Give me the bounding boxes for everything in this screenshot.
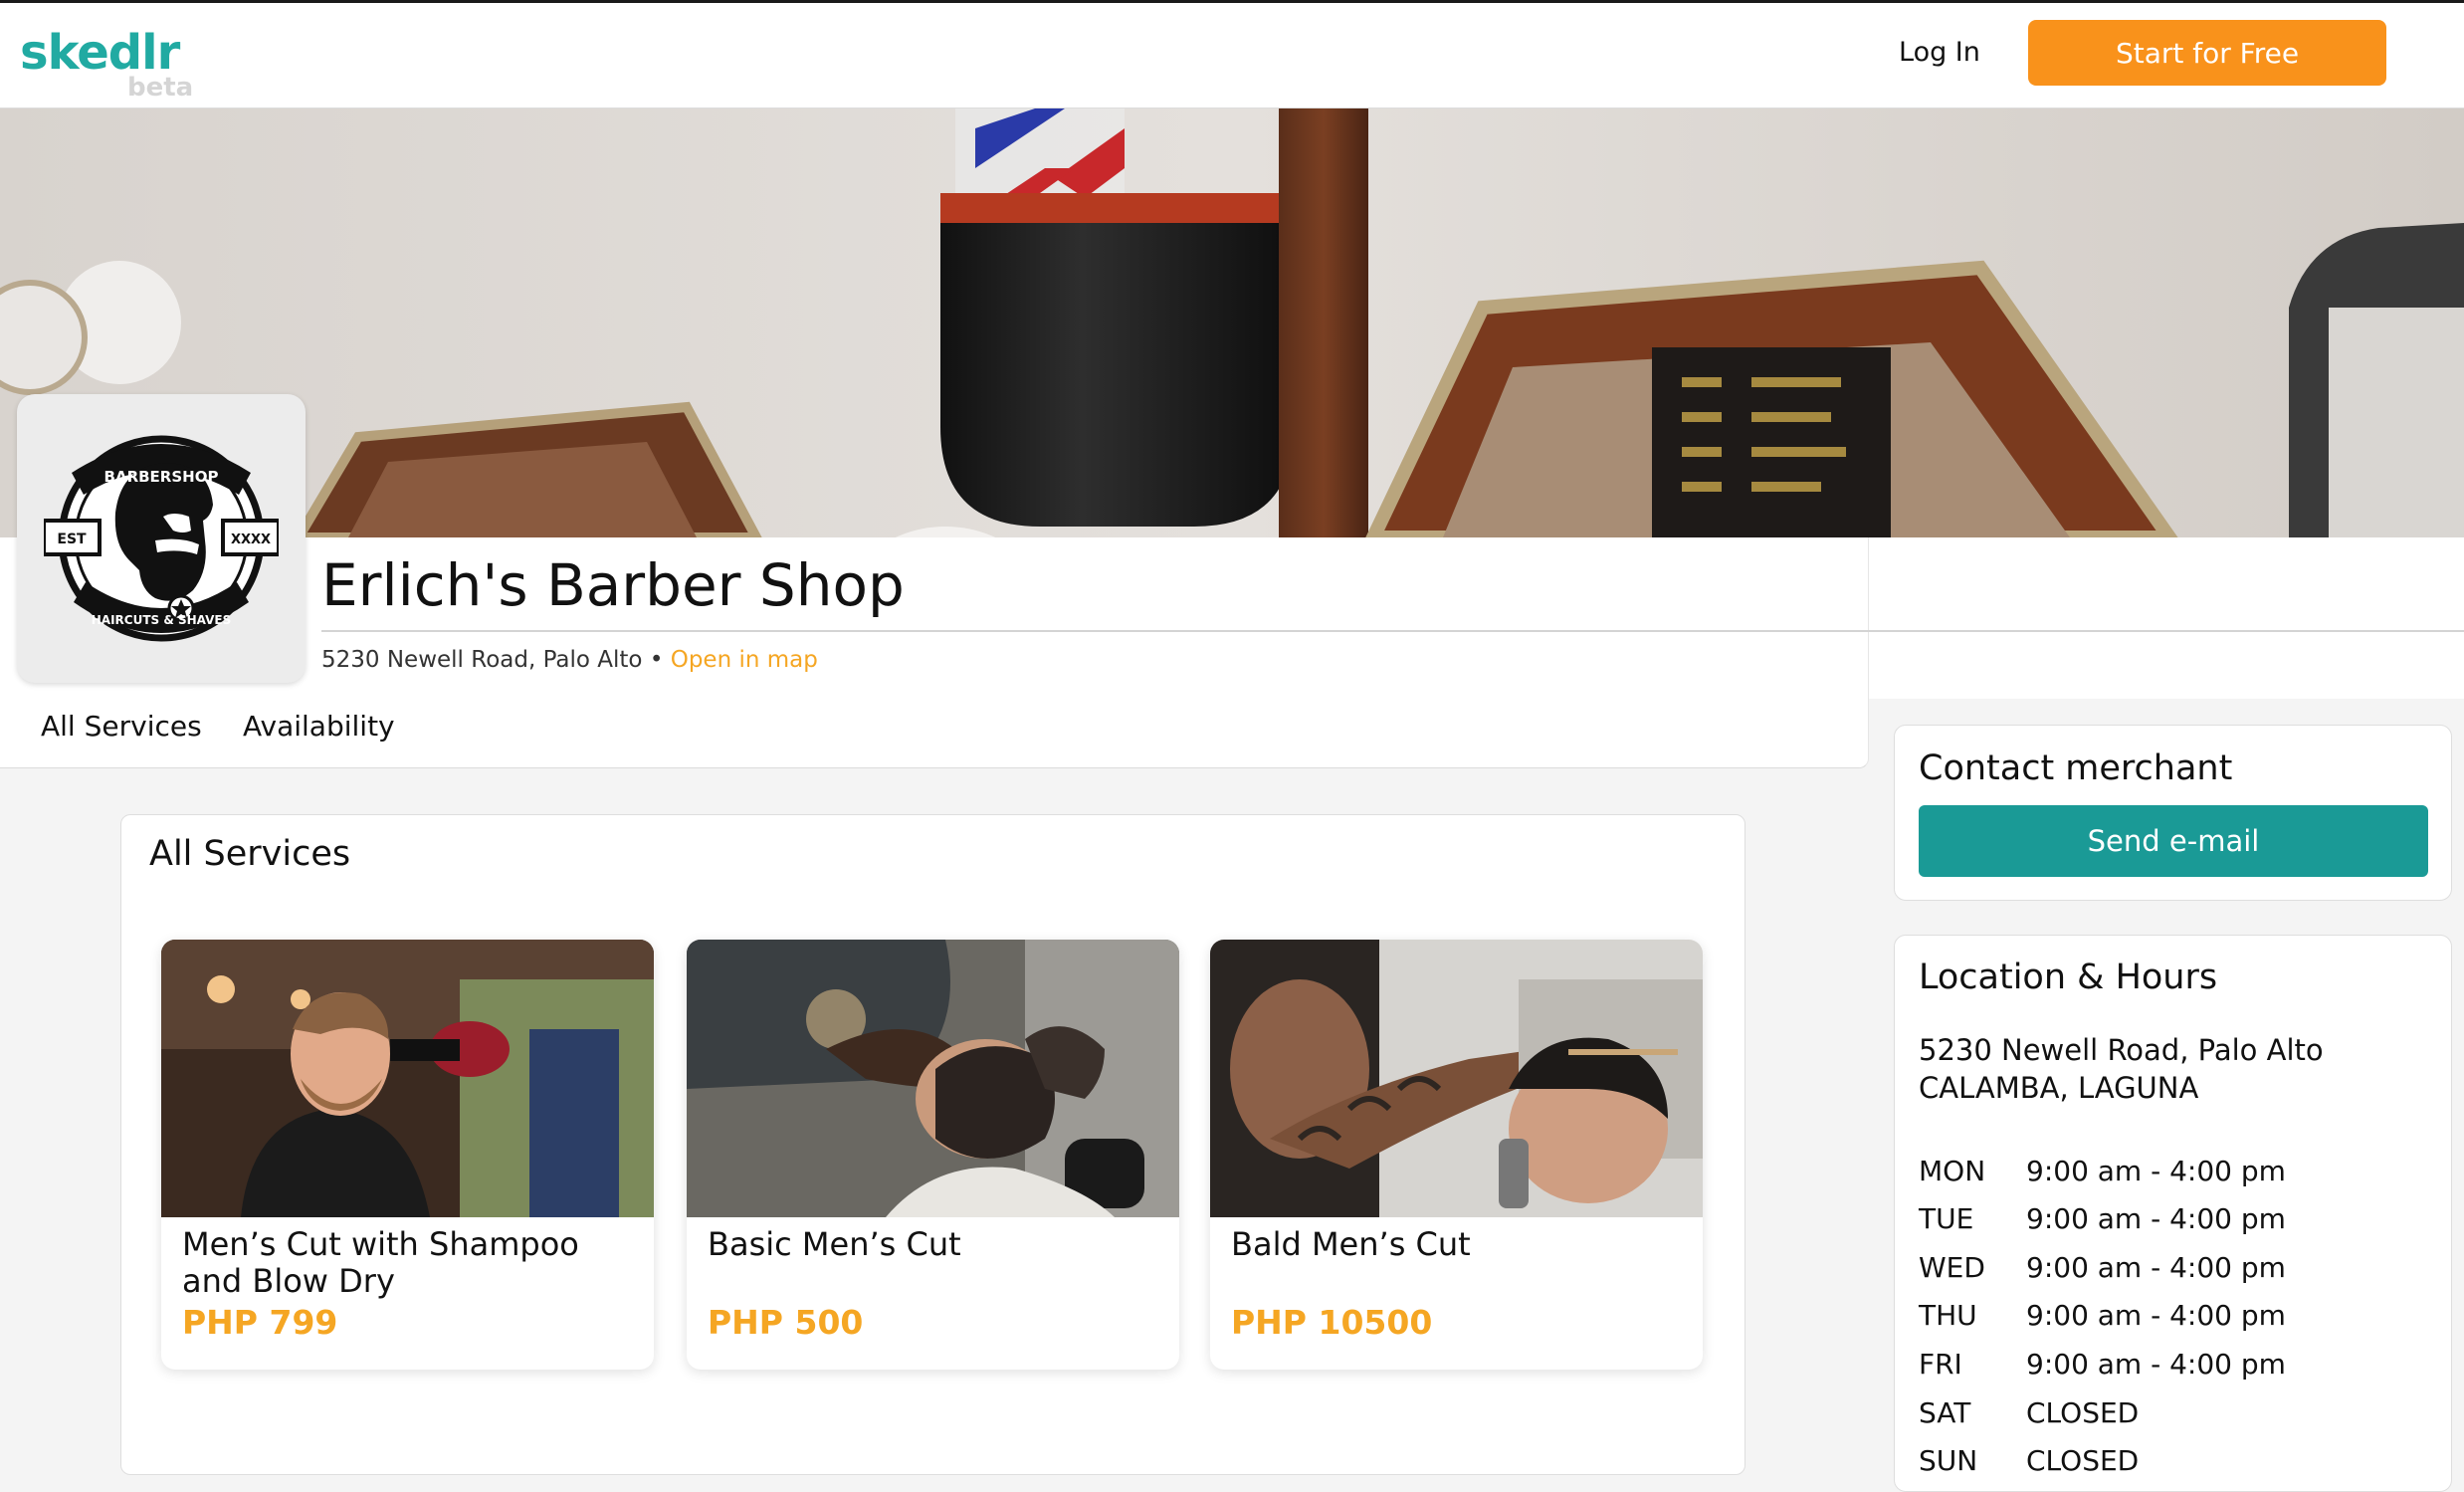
hours-row-sat: SAT CLOSED bbox=[1919, 1396, 2416, 1436]
login-link[interactable]: Log In bbox=[1899, 37, 1980, 68]
hours-day: TUE bbox=[1919, 1202, 1974, 1235]
hours-row-thu: THU 9:00 am - 4:00 pm bbox=[1919, 1299, 2416, 1339]
top-nav-bar: skedlr beta Log In Start for Free bbox=[0, 3, 2464, 108]
beard-trim-photo bbox=[687, 940, 1179, 1217]
location-address-line1: 5230 Newell Road, Palo Alto bbox=[1919, 1033, 2324, 1067]
hours-day: THU bbox=[1919, 1299, 1977, 1332]
tab-all-services[interactable]: All Services bbox=[41, 710, 202, 743]
shop-address: 5230 Newell Road, Palo Alto bbox=[321, 647, 643, 673]
hours-time: 9:00 am - 4:00 pm bbox=[2026, 1202, 2286, 1235]
hours-row-tue: TUE 9:00 am - 4:00 pm bbox=[1919, 1202, 2416, 1242]
service-price: PHP 799 bbox=[182, 1303, 338, 1342]
hours-time: 9:00 am - 4:00 pm bbox=[2026, 1251, 2286, 1284]
hours-day: MON bbox=[1919, 1155, 1986, 1187]
hours-day: SAT bbox=[1919, 1396, 1971, 1429]
location-hours-title: Location & Hours bbox=[1919, 958, 2218, 997]
skedlr-logo[interactable]: skedlr beta bbox=[20, 25, 193, 103]
service-card-bald-cut[interactable]: Bald Men’s Cut PHP 10500 bbox=[1210, 940, 1703, 1370]
hours-time: CLOSED bbox=[2026, 1396, 2140, 1429]
service-card-basic-cut[interactable]: Basic Men’s Cut PHP 500 bbox=[687, 940, 1179, 1370]
shop-header-panel-right bbox=[1869, 537, 2464, 699]
service-price: PHP 500 bbox=[708, 1303, 864, 1342]
send-email-button[interactable]: Send e-mail bbox=[1919, 805, 2428, 877]
emblem-right-text: XXXX bbox=[231, 533, 271, 547]
shop-address-line: 5230 Newell Road, Palo Alto • Open in ma… bbox=[321, 647, 818, 673]
open-in-map-link[interactable]: Open in map bbox=[671, 647, 818, 673]
hours-day: FRI bbox=[1919, 1348, 1962, 1381]
clipper-cut-photo bbox=[1210, 940, 1703, 1217]
start-for-free-button[interactable]: Start for Free bbox=[2028, 20, 2386, 86]
barber-blowdry-photo bbox=[161, 940, 654, 1217]
barbershop-interior-image bbox=[0, 108, 2464, 537]
hours-time: 9:00 am - 4:00 pm bbox=[2026, 1155, 2286, 1187]
hours-row-wed: WED 9:00 am - 4:00 pm bbox=[1919, 1251, 2416, 1291]
hours-row-mon: MON 9:00 am - 4:00 pm bbox=[1919, 1155, 2416, 1194]
beta-badge: beta bbox=[127, 73, 194, 103]
hours-row-fri: FRI 9:00 am - 4:00 pm bbox=[1919, 1348, 2416, 1387]
emblem-bottom-text: HAIRCUTS & SHAVES bbox=[92, 613, 232, 627]
shop-logo-avatar: BARBERSHOP EST XXXX HAIRCUTS & SHAVES bbox=[17, 394, 306, 683]
service-name: Bald Men’s Cut bbox=[1231, 1225, 1471, 1263]
hours-day: SUN bbox=[1919, 1444, 1978, 1477]
address-separator: • bbox=[649, 647, 664, 673]
service-card-shampoo-blowdry[interactable]: Men’s Cut with Shampoo and Blow Dry PHP … bbox=[161, 940, 654, 1370]
hours-day: WED bbox=[1919, 1251, 1985, 1284]
service-name: Men’s Cut with Shampoo and Blow Dry bbox=[182, 1225, 579, 1300]
barbershop-emblem-icon: BARBERSHOP EST XXXX HAIRCUTS & SHAVES bbox=[44, 435, 279, 642]
emblem-top-text: BARBERSHOP bbox=[104, 468, 219, 486]
hours-time: 9:00 am - 4:00 pm bbox=[2026, 1299, 2286, 1332]
tab-availability[interactable]: Availability bbox=[243, 710, 395, 743]
logo-text: skedlr bbox=[20, 25, 180, 81]
hours-time: CLOSED bbox=[2026, 1444, 2140, 1477]
cover-photo bbox=[0, 108, 2464, 537]
emblem-left-text: EST bbox=[57, 532, 87, 547]
location-address-line2: CALAMBA, LAGUNA bbox=[1919, 1071, 2199, 1105]
hours-row-sun: SUN CLOSED bbox=[1919, 1444, 2416, 1484]
shop-name-title: Erlich's Barber Shop bbox=[321, 551, 905, 619]
service-name: Basic Men’s Cut bbox=[708, 1225, 961, 1263]
hours-time: 9:00 am - 4:00 pm bbox=[2026, 1348, 2286, 1381]
services-heading: All Services bbox=[149, 834, 351, 874]
title-divider bbox=[321, 630, 2464, 632]
contact-merchant-title: Contact merchant bbox=[1919, 748, 2233, 788]
service-price: PHP 10500 bbox=[1231, 1303, 1433, 1342]
